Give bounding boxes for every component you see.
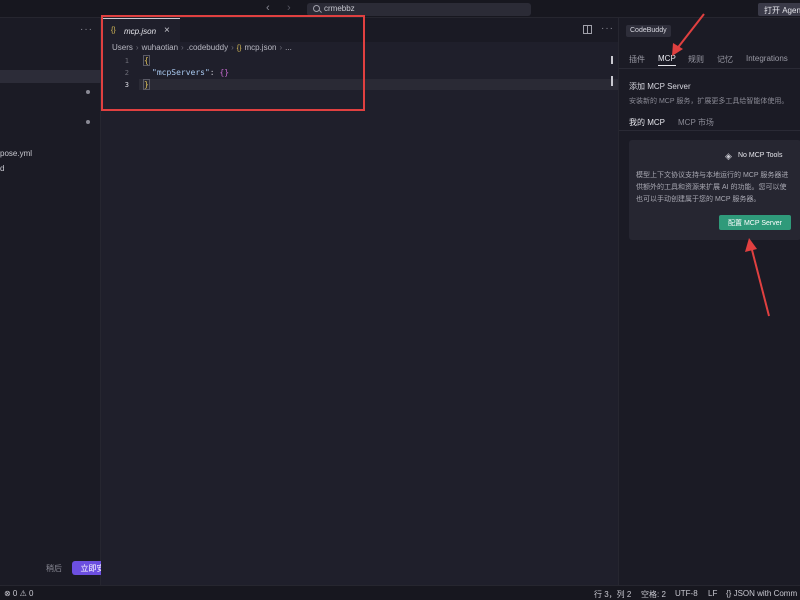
line-ending[interactable]: LF [708,589,717,598]
split-editor-icon[interactable] [583,25,592,34]
indent-spaces[interactable]: 空格: 2 [641,589,666,600]
problems-status[interactable]: ⊗ 0 ⚠ 0 [4,589,33,598]
no-tools-label: No MCP Tools [738,152,783,159]
modified-dot-icon [86,120,90,124]
explorer-sidebar: ··· pose.yml d 稍后 立即安装 [0,18,121,585]
file-item-d[interactable]: d [0,164,4,173]
annotation-highlight-box [101,15,365,111]
tools-icon: ◈ [725,151,732,161]
tab-plugins[interactable]: 插件 [629,54,645,65]
open-agent-button[interactable]: 打开 Agen [758,3,800,16]
card-text: 模型上下文协议支持与本地运行的 MCP 服务器进 [636,172,789,179]
status-bar: ⊗ 0 ⚠ 0 行 3，列 2 空格: 2 UTF-8 LF {} JSON w… [0,585,800,600]
card-text: 供额外的工具和资源来扩展 AI 的功能。您可以使 [636,184,787,191]
more-icon[interactable]: ··· [80,24,93,35]
divider [619,130,800,131]
add-mcp-description: 安装新的 MCP 服务，扩展更多工具给智能体使用。 [629,98,789,105]
divider [619,68,800,69]
search-icon [313,5,320,12]
modified-dot-icon [86,90,90,94]
tab-rules[interactable]: 规则 [688,54,704,65]
subtab-mcp-market[interactable]: MCP 市场 [678,117,714,128]
tab-integrations[interactable]: Integrations [746,54,788,63]
add-mcp-title: 添加 MCP Server [629,82,691,91]
cursor-position[interactable]: 行 3，列 2 [594,589,631,600]
tab-mcp[interactable]: MCP [658,54,676,66]
selected-file-row[interactable] [0,70,101,83]
forward-arrow-icon[interactable]: › [287,2,291,14]
codebuddy-panel: CodeBuddy 插件 MCP 规则 记忆 Integrations 添加 M… [618,18,800,585]
card-text: 也可以手动创建属于您的 MCP 服务器。 [636,196,761,203]
language-mode[interactable]: {} JSON with Comm [726,589,797,598]
scrollbar-marker [611,56,613,64]
file-encoding[interactable]: UTF-8 [675,589,698,598]
editor-area: {} mcp.json × ··· Users › wuhaotian › .codeb… [101,15,618,585]
configure-mcp-server-button[interactable]: 配置 MCP Server [719,215,791,230]
file-item-compose[interactable]: pose.yml [0,149,32,158]
search-input-value: crmebbz [324,4,355,13]
panel-title: CodeBuddy [626,25,671,37]
back-arrow-icon[interactable]: ‹ [266,2,270,14]
scrollbar-marker [611,76,613,86]
subtab-my-mcp[interactable]: 我的 MCP [629,117,665,131]
mcp-empty-card: ◈ No MCP Tools 模型上下文协议支持与本地运行的 MCP 服务器进 … [629,140,800,240]
more-icon[interactable]: ··· [601,23,614,34]
tab-memory[interactable]: 记忆 [717,54,733,65]
later-button[interactable]: 稍后 [46,563,62,574]
